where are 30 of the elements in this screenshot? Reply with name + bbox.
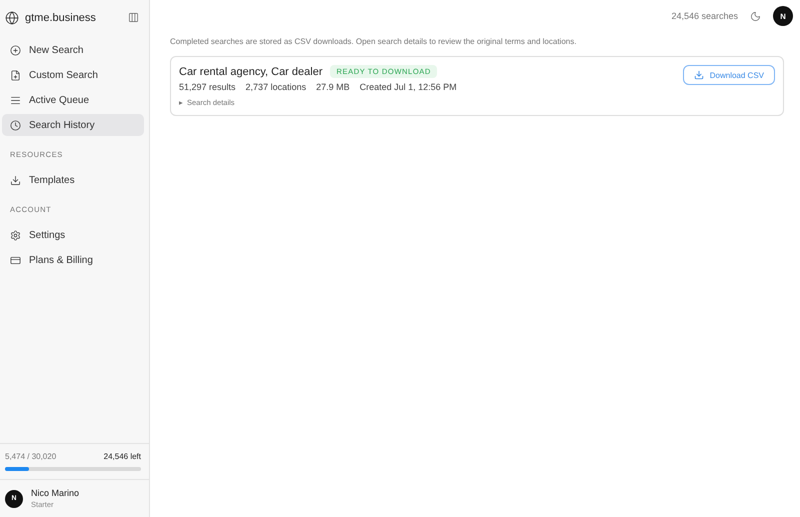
sidebar-item[interactable]: Active Queue (2, 89, 144, 111)
sidebar-item[interactable]: New Search (2, 39, 144, 61)
download-button[interactable]: Download CSV (682, 65, 775, 85)
moon-icon[interactable] (750, 10, 761, 22)
search-stat: 2,737 locations (246, 82, 306, 92)
download-icon (10, 174, 21, 186)
globe-icon (5, 10, 19, 24)
sidebar-item[interactable]: Templates (2, 169, 144, 191)
card-icon (10, 254, 21, 266)
intro-text: Completed searches are stored as CSV downloads. Open search details to review the original terms and locations. (170, 37, 578, 46)
user-name: Nico Marino (31, 488, 80, 498)
sidebar-toggle-icon[interactable] (128, 12, 139, 23)
download-icon (694, 70, 704, 80)
settings-icon (10, 230, 21, 240)
search-stat: Created Jul 1, 12:56 PM (360, 82, 457, 92)
sidebar-item[interactable]: Custom Search (2, 64, 144, 86)
search-title: Car rental agency, Car dealer (179, 66, 322, 78)
list-icon (10, 94, 21, 106)
usage-left: 24,546 left (104, 452, 141, 461)
search-stat: 27.9 MB (316, 82, 350, 92)
sidebar-item[interactable]: Search History (2, 114, 144, 136)
sidebar-item[interactable]: Settings (2, 224, 144, 246)
brand-name: gtme.business (25, 12, 97, 24)
clock-icon (10, 120, 21, 130)
sidebar-item[interactable]: Plans & Billing (2, 249, 144, 271)
file-plus-icon (10, 70, 21, 80)
search-count: 24,546 searches (671, 11, 738, 21)
search-stat: 51,297 results (179, 82, 236, 92)
plus-circle-icon (10, 44, 21, 56)
usage-count: 5,474 / 30,020 (5, 452, 56, 461)
